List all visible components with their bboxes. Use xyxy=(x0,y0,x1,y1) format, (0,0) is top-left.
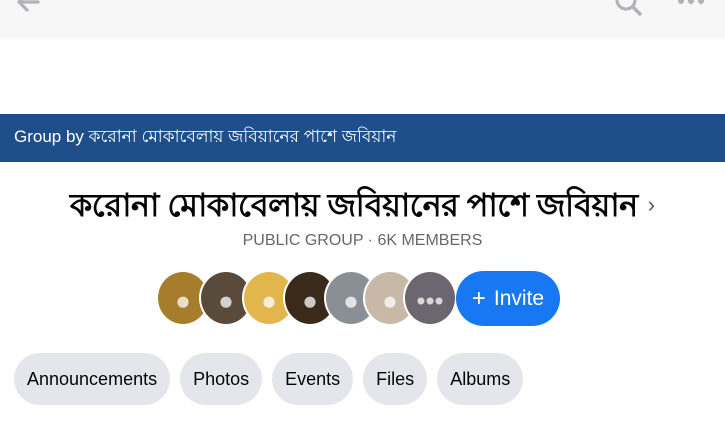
avatar[interactable]: ••• xyxy=(403,270,457,326)
tab-files[interactable]: Files xyxy=(363,353,428,405)
banner-text: Group by করোনা মোকাবেলায় জবিয়ানের পাশে… xyxy=(14,127,397,146)
person-icon: ● xyxy=(175,285,191,316)
person-icon: ● xyxy=(261,285,277,316)
person-icon: ● xyxy=(343,285,359,316)
group-title-row[interactable]: করোনা মোকাবেলায় জবিয়ানের পাশে জবিয়ান › xyxy=(0,180,725,230)
person-icon: ● xyxy=(218,285,234,316)
search-icon[interactable] xyxy=(613,0,643,20)
group-banner: Group by করোনা মোকাবেলায় জবিয়ানের পাশে… xyxy=(0,114,725,162)
plus-icon: + xyxy=(471,284,486,312)
tab-events[interactable]: Events xyxy=(272,353,354,405)
arrow-left-icon[interactable] xyxy=(14,0,42,16)
person-icon: ● xyxy=(382,285,398,316)
group-meta: PUBLIC GROUP · 6K MEMBERS xyxy=(242,232,483,249)
group-tabs: Announcements Photos Events Files Albums xyxy=(14,353,524,405)
tab-announcements[interactable]: Announcements xyxy=(14,353,171,405)
more-dots-icon: ••• xyxy=(416,285,444,316)
invite-button[interactable]: + Invite xyxy=(456,271,560,326)
invite-label: Invite xyxy=(493,286,545,310)
group-title[interactable]: করোনা মোকাবেলায় জবিয়ানের পাশে জবিয়ান xyxy=(70,187,638,223)
more-horizontal-icon[interactable] xyxy=(676,0,706,8)
tab-photos[interactable]: Photos xyxy=(180,353,263,405)
top-bar xyxy=(0,0,725,38)
chevron-right-icon[interactable]: › xyxy=(648,192,655,218)
tab-albums[interactable]: Albums xyxy=(437,353,524,405)
person-icon: ● xyxy=(302,285,318,316)
